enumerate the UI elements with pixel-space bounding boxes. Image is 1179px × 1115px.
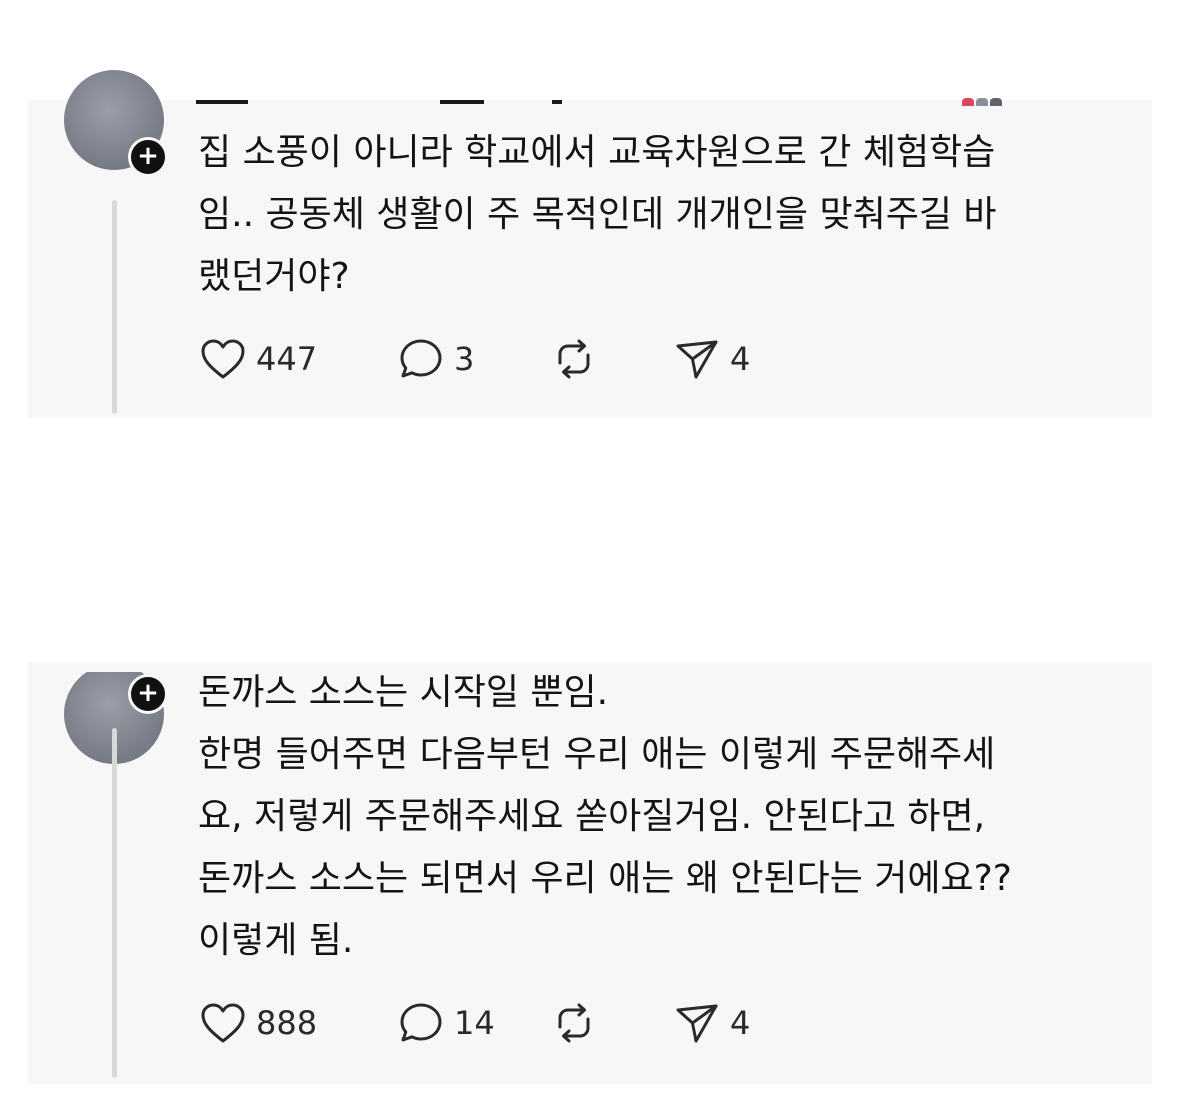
thread-line [112,200,117,414]
reply-button[interactable]: 3 [398,334,550,384]
post-text-line: 요, 저렇게 주문해주세요 쏟아질거임. 안된다고 하면, [198,796,986,837]
like-button[interactable]: 888 [200,998,398,1048]
post-body: 돈까스 소스는 시작일 뿐임. 한명 들어주면 다음부턴 우리 애는 이렇게 주… [198,662,1118,972]
share-count: 4 [730,340,751,378]
post-text-line: 임.. 공동체 생활이 주 목적인데 개개인을 맞춰주길 바 [198,194,997,235]
post-body: 집 소풍이 아니라 학교에서 교육차원으로 간 체험학습 임.. 공동체 생활이… [198,122,1118,308]
post-actions: 888 14 4 [200,998,750,1048]
reply-count: 14 [454,1004,495,1042]
send-icon [674,337,720,381]
post-text-line: 이렇게 됨. [198,920,354,961]
like-button[interactable]: 447 [200,334,398,384]
reply-button[interactable]: 14 [398,998,550,1048]
share-button[interactable]: 4 [674,334,750,384]
follow-plus-icon[interactable]: + [128,137,168,177]
send-icon [674,1001,720,1045]
repost-button[interactable] [550,998,674,1048]
share-count: 4 [730,1004,751,1042]
thread-line [112,728,117,1078]
reply-count: 3 [454,340,475,378]
repost-icon [550,337,598,381]
post-text-line: 돈까스 소스는 되면서 우리 애는 왜 안된다는 거에요?? [198,858,1012,899]
speech-bubble-icon [398,337,444,381]
speech-bubble-icon [398,1001,444,1045]
post-text-line: 랬던거야? [198,256,350,297]
like-count: 888 [256,1004,318,1042]
post-actions: 447 3 4 [200,334,750,384]
post-text-line: 집 소풍이 아니라 학교에서 교육차원으로 간 체험학습 [198,132,996,173]
thread-screenshot: + 집 소풍이 아니라 학교에서 교육차원으로 간 체험학습 임.. 공동체 생… [0,0,1179,1115]
follow-plus-icon[interactable]: + [128,674,168,714]
heart-icon [200,338,246,380]
share-button[interactable]: 4 [674,998,750,1048]
like-count: 447 [256,340,318,378]
heart-icon [200,1002,246,1044]
repost-button[interactable] [550,334,674,384]
repost-icon [550,1001,598,1045]
post-text-line: 한명 들어주면 다음부턴 우리 애는 이렇게 주문해주세 [198,734,996,775]
cropped-header [196,98,1026,106]
post-text-line: 돈까스 소스는 시작일 뿐임. [198,672,609,713]
